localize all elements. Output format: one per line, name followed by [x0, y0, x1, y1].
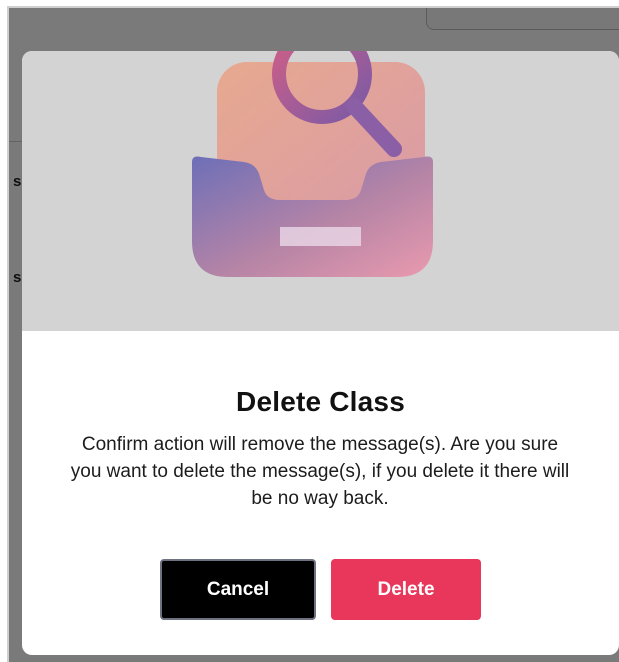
dialog-illustration-area — [22, 51, 619, 331]
delete-class-dialog: Delete Class Confirm action will remove … — [22, 51, 619, 655]
dialog-title: Delete Class — [236, 386, 405, 417]
dialog-message: Confirm action will remove the message(s… — [70, 434, 570, 509]
delete-button[interactable]: Delete — [331, 559, 481, 620]
search-inbox-icon — [192, 51, 433, 277]
cancel-button[interactable]: Cancel — [160, 559, 316, 620]
